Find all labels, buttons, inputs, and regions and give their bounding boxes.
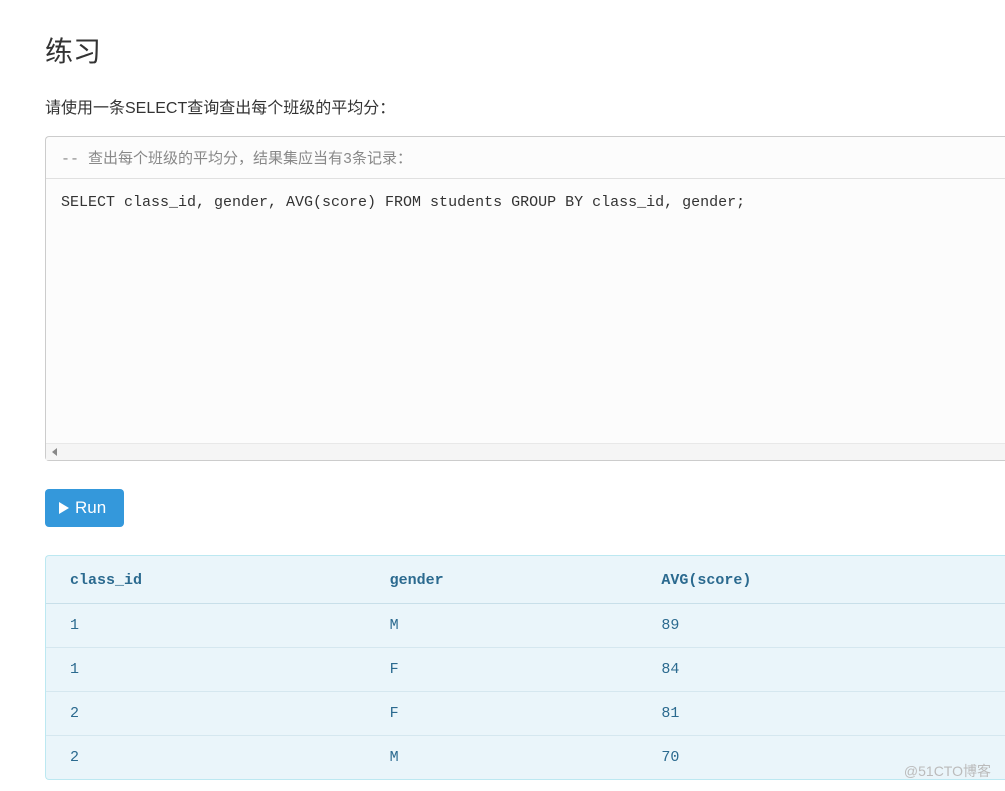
exercise-heading: 练习 (45, 30, 1005, 70)
table-row: 2 F 81 (46, 692, 1005, 736)
table-row: 1 F 84 (46, 648, 1005, 692)
table-cell: 2 (46, 692, 366, 736)
table-cell: 81 (637, 692, 1005, 736)
run-button[interactable]: Run (45, 489, 124, 527)
exercise-description: 请使用一条SELECT查询查出每个班级的平均分： (45, 94, 1005, 118)
table-cell: 1 (46, 648, 366, 692)
column-header: AVG(score) (637, 556, 1005, 604)
run-button-label: Run (75, 498, 106, 518)
editor-scrollbar[interactable] (46, 443, 1005, 460)
table-cell: M (366, 604, 638, 648)
table-cell: F (366, 692, 638, 736)
table-cell: 2 (46, 736, 366, 780)
code-comment: -- 查出每个班级的平均分，结果集应当有3条记录： (46, 137, 1005, 179)
result-table: class_id gender AVG(score) 1 M 89 1 F 84… (46, 556, 1005, 779)
code-editor[interactable]: -- 查出每个班级的平均分，结果集应当有3条记录： SELECT class_i… (45, 136, 1005, 461)
table-row: 1 M 89 (46, 604, 1005, 648)
table-cell: M (366, 736, 638, 780)
column-header: class_id (46, 556, 366, 604)
scroll-left-icon (52, 448, 57, 456)
watermark: @51CTO博客 (904, 761, 991, 781)
result-panel: class_id gender AVG(score) 1 M 89 1 F 84… (45, 555, 1005, 780)
code-sql[interactable]: SELECT class_id, gender, AVG(score) FROM… (46, 179, 1005, 437)
table-row: 2 M 70 (46, 736, 1005, 780)
play-icon (59, 502, 69, 514)
column-header: gender (366, 556, 638, 604)
table-header-row: class_id gender AVG(score) (46, 556, 1005, 604)
table-cell: 1 (46, 604, 366, 648)
table-cell: 84 (637, 648, 1005, 692)
table-cell: 89 (637, 604, 1005, 648)
table-cell: F (366, 648, 638, 692)
